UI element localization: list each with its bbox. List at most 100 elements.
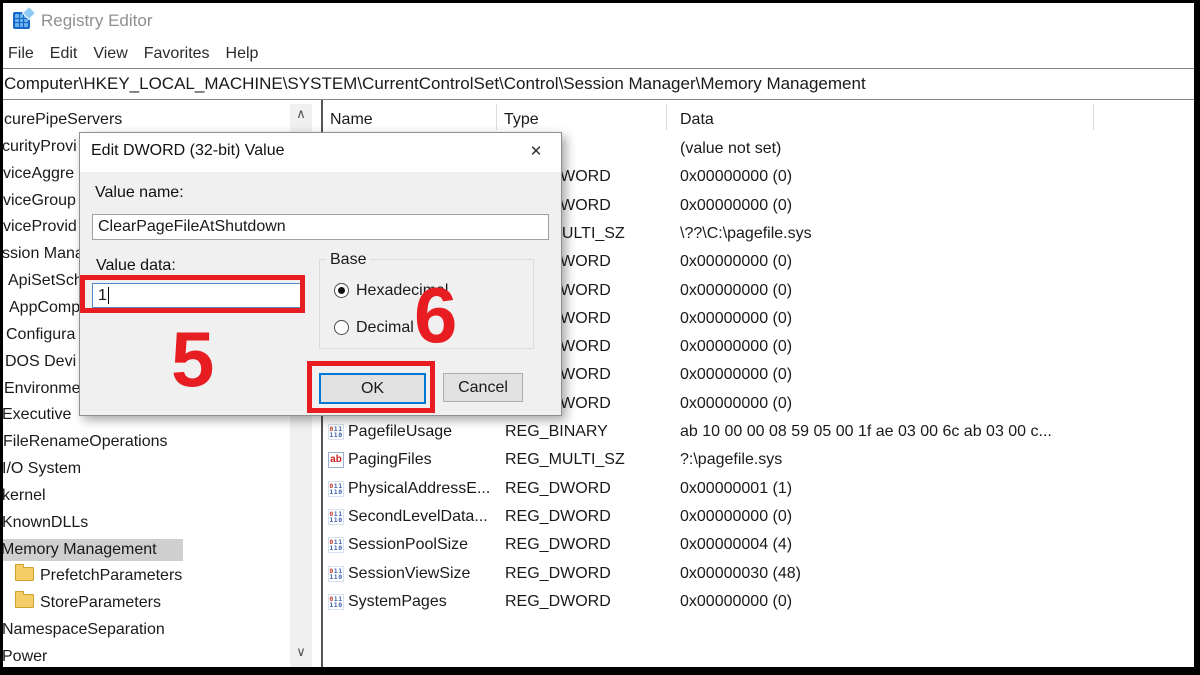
binary-value-icon: 011110 [328,424,344,440]
column-separator[interactable] [666,104,667,130]
registry-editor-window: Registry Editor File Edit View Favorites Hel… [0,0,1200,675]
value-row-systempages[interactable]: 011110SystemPagesREG_DWORD0x00000000 (0) [324,591,1194,613]
column-header-name[interactable]: Name [330,111,373,129]
radio-selected-icon[interactable] [334,283,349,298]
tree-item-label: ssion Mana [2,245,84,262]
cell-name: SessionViewSize [348,563,503,585]
annotation-box-value-data [80,275,305,313]
tree-item-i-o-system[interactable]: I/O System [2,458,81,480]
tree-item-label: Environme [4,380,80,397]
tree-item-filerenameoperations[interactable]: FileRenameOperations [3,431,168,453]
cell-type: REG_MULTI_SZ [505,449,677,471]
tree-item-label: curityProvi [2,138,77,155]
annotation-step-6: 6 [414,286,457,344]
frame-border [0,0,3,675]
cancel-button[interactable]: Cancel [443,373,523,402]
value-row-sessionviewsize[interactable]: 011110SessionViewSizeREG_DWORD0x00000030… [324,563,1194,585]
cell-name: SecondLevelData... [348,506,503,528]
value-row-pagingfiles[interactable]: abPagingFilesREG_MULTI_SZ?:\pagefile.sys [324,449,1194,471]
tree-item-dos-devi[interactable]: DOS Devi [5,351,76,373]
tree-item-curepipeservers[interactable]: curePipeServers [4,109,122,131]
cell-data: 0x00000004 (4) [680,534,1190,556]
cell-data: 0x00000000 (0) [680,251,1190,273]
tree-item-label: viceProvid [3,218,77,235]
column-header-data[interactable]: Data [680,111,714,129]
value-name-field[interactable]: ClearPageFileAtShutdown [92,214,549,240]
string-value-icon: ab [328,452,344,468]
tree-item-namespaceseparation[interactable]: NamespaceSeparation [2,619,165,641]
dword-value-icon: 011110 [328,509,344,525]
tree-item-vicegroup[interactable]: viceGroup [3,190,76,212]
cell-name: PhysicalAddressE... [348,478,503,500]
tree-item-kernel[interactable]: kernel [2,485,46,507]
tree-item-label: kernel [2,487,46,504]
tree-item-label: AppComp [9,299,80,316]
menu-item-edit[interactable]: Edit [50,45,78,63]
cell-data: 0x00000001 (1) [680,478,1190,500]
menu-item-view[interactable]: View [93,45,127,63]
cell-name: SessionPoolSize [348,534,503,556]
column-header-type[interactable]: Type [504,111,539,129]
tree-item-prefetchparameters[interactable]: PrefetchParameters [15,565,182,587]
tree-item-environme[interactable]: Environme [4,378,80,400]
column-separator[interactable] [496,104,497,130]
cell-data: 0x00000000 (0) [680,364,1190,386]
close-icon[interactable]: ✕ [525,141,547,163]
tree-item-label: Power [2,648,47,665]
folder-icon [15,567,34,581]
tree-item-appcomp[interactable]: AppComp [9,297,80,319]
cell-data: 0x00000030 (48) [680,563,1190,585]
scroll-down-icon[interactable]: ∨ [290,642,312,661]
dialog-title-bar: Edit DWORD (32-bit) Value ✕ [80,133,561,172]
tree-item-label: curePipeServers [4,111,122,128]
tree-item-label: Configura [6,326,75,343]
tree-item-apisetsch[interactable]: ApiSetSch [8,270,83,292]
radio-unselected-icon[interactable] [334,320,349,335]
tree-item-executive[interactable]: Executive [2,404,71,426]
cell-data: ?:\pagefile.sys [680,449,1190,471]
folder-icon [15,594,34,608]
value-row-pagefileusage[interactable]: 011110PagefileUsageREG_BINARYab 10 00 00… [324,421,1194,443]
tree-item-knowndlls[interactable]: KnownDLLs [2,512,88,534]
tree-item-configura[interactable]: Configura [6,324,75,346]
column-separator[interactable] [1093,104,1094,130]
menu-item-help[interactable]: Help [226,45,259,63]
tree-item-label: KnownDLLs [2,514,88,531]
cell-data: \??\C:\pagefile.sys [680,223,1190,245]
tree-item-curityprovi[interactable]: curityProvi [2,136,77,158]
tree-item-viceaggre[interactable]: viceAggre [3,163,74,185]
cell-data: (value not set) [680,138,1190,160]
scroll-up-icon[interactable]: ∧ [290,104,312,123]
cell-name: PagingFiles [348,449,503,471]
tree-item-power[interactable]: Power [2,646,47,668]
cell-data: 0x00000000 (0) [680,166,1190,188]
cell-name: SystemPages [348,591,503,613]
value-name-label: Value name: [95,184,184,202]
menu-bar: File Edit View Favorites Help [3,41,1199,67]
cell-type: REG_BINARY [505,421,677,443]
tree-item-storeparameters[interactable]: StoreParameters [15,592,161,614]
cell-type: REG_DWORD [505,534,677,556]
registry-editor-icon [13,8,35,30]
cell-type: REG_DWORD [505,563,677,585]
tree-item-label: StoreParameters [40,594,161,611]
window-title: Registry Editor [41,11,152,31]
cell-type: REG_DWORD [505,591,677,613]
cell-data: 0x00000000 (0) [680,336,1190,358]
annotation-step-5: 5 [171,330,214,388]
value-row-secondleveldata-[interactable]: 011110SecondLevelData...REG_DWORD0x00000… [324,506,1194,528]
tree-item-label: Executive [2,406,71,423]
tree-item-ssion-mana[interactable]: ssion Mana [2,243,84,265]
menu-item-file[interactable]: File [8,45,34,63]
tree-item-viceprovid[interactable]: viceProvid [3,216,77,238]
dialog-title: Edit DWORD (32-bit) Value [91,142,285,160]
tree-item-memory-management[interactable]: Memory Management [1,539,157,561]
value-row-physicaladdresse-[interactable]: 011110PhysicalAddressE...REG_DWORD0x0000… [324,478,1194,500]
address-bar[interactable]: Computer\HKEY_LOCAL_MACHINE\SYSTEM\Curre… [0,68,1200,100]
value-row-sessionpoolsize[interactable]: 011110SessionPoolSizeREG_DWORD0x00000004… [324,534,1194,556]
dword-value-icon: 011110 [328,566,344,582]
tree-item-label: DOS Devi [5,353,76,370]
menu-item-favorites[interactable]: Favorites [144,45,210,63]
base-group-label: Base [326,251,370,269]
tree-item-label: ApiSetSch [8,272,83,289]
